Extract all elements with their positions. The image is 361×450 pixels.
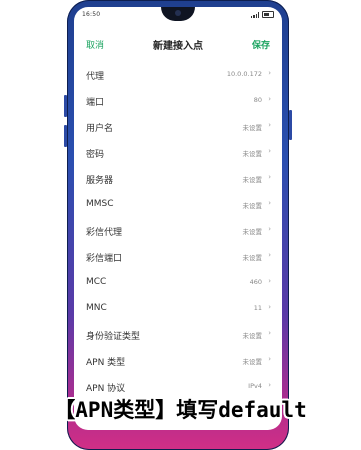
settings-row-mmsc[interactable]: MMSC 未设置 › (74, 192, 282, 218)
row-value: 未设置 (242, 332, 263, 340)
settings-row-auth-type[interactable]: 身份验证类型 未设置 › (74, 322, 282, 348)
row-label: 用户名 (86, 124, 114, 134)
settings-row-mcc[interactable]: MCC 460 › (74, 270, 282, 296)
save-button[interactable]: 保存 (252, 38, 270, 51)
row-value: 10.0.0.172 (226, 70, 262, 78)
phone-side-button (64, 95, 67, 117)
row-value: 未设置 (242, 124, 263, 132)
settings-row-proxy[interactable]: 代理 10.0.0.172 › (74, 62, 282, 88)
row-label: 代理 (86, 72, 105, 82)
row-value: 未设置 (242, 150, 263, 158)
row-label: 服务器 (86, 176, 114, 186)
chevron-right-icon: › (268, 303, 271, 311)
row-value: 11 (253, 304, 262, 312)
phone-screen: 16:50 取消 新建接入点 保存 代理 10.0.0.172 › 端口 80 … (74, 7, 282, 430)
settings-row-apn-type[interactable]: APN 类型 未设置 › (74, 348, 282, 374)
row-label: MCC (86, 277, 107, 287)
top-bar: 取消 新建接入点 保存 (74, 35, 282, 55)
settings-row-mms-proxy[interactable]: 彩信代理 未设置 › (74, 218, 282, 244)
row-value: IPv4 (248, 382, 262, 390)
row-label: MMSC (86, 199, 114, 209)
row-value: 80 (253, 96, 262, 104)
status-bar: 16:50 (74, 7, 282, 23)
row-label: APN 协议 (86, 384, 126, 394)
settings-list: 代理 10.0.0.172 › 端口 80 › 用户名 未设置 › 密码 未设置 (74, 62, 282, 400)
signal-icon (251, 11, 259, 18)
row-value: 未设置 (242, 202, 263, 210)
chevron-right-icon: › (268, 381, 271, 389)
row-value: 460 (249, 278, 262, 286)
row-value: 未设置 (242, 254, 263, 262)
settings-row-port[interactable]: 端口 80 › (74, 88, 282, 114)
chevron-right-icon: › (268, 251, 271, 259)
row-value: 未设置 (242, 176, 263, 184)
page-title: 新建接入点 (153, 41, 203, 52)
settings-row-password[interactable]: 密码 未设置 › (74, 140, 282, 166)
row-label: 身份验证类型 (86, 332, 141, 342)
row-label: 端口 (86, 98, 105, 108)
row-label: 彩信端口 (86, 254, 123, 264)
chevron-right-icon: › (268, 173, 271, 181)
status-icons (251, 11, 274, 18)
settings-row-mnc[interactable]: MNC 11 › (74, 296, 282, 322)
chevron-right-icon: › (268, 199, 271, 207)
chevron-right-icon: › (268, 277, 271, 285)
chevron-right-icon: › (268, 355, 271, 363)
video-caption: 【APN类型】填写default (54, 398, 307, 422)
status-time: 16:50 (82, 11, 101, 18)
chevron-right-icon: › (268, 69, 271, 77)
row-label: 彩信代理 (86, 228, 123, 238)
stage: 16:50 取消 新建接入点 保存 代理 10.0.0.172 › 端口 80 … (0, 0, 361, 450)
chevron-right-icon: › (268, 147, 271, 155)
settings-row-username[interactable]: 用户名 未设置 › (74, 114, 282, 140)
row-label: 密码 (86, 150, 105, 160)
row-value: 未设置 (242, 358, 263, 366)
row-value: 未设置 (242, 228, 263, 236)
settings-row-mms-port[interactable]: 彩信端口 未设置 › (74, 244, 282, 270)
row-label: MNC (86, 303, 107, 313)
battery-icon (262, 11, 274, 18)
phone-side-button (64, 125, 67, 147)
chevron-right-icon: › (268, 329, 271, 337)
chevron-right-icon: › (268, 225, 271, 233)
settings-row-server[interactable]: 服务器 未设置 › (74, 166, 282, 192)
chevron-right-icon: › (268, 121, 271, 129)
chevron-right-icon: › (268, 95, 271, 103)
phone-side-button (289, 110, 292, 140)
phone-frame: 16:50 取消 新建接入点 保存 代理 10.0.0.172 › 端口 80 … (64, 0, 292, 450)
row-label: APN 类型 (86, 358, 126, 368)
